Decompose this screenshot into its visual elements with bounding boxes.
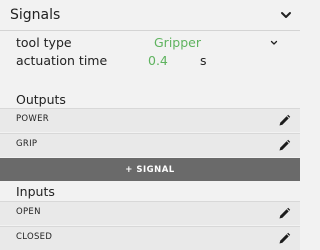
inputs-section-title: Inputs xyxy=(16,184,55,199)
actuation-time-input[interactable]: 0.4 xyxy=(148,53,168,68)
pencil-icon[interactable] xyxy=(277,114,291,128)
actuation-time-unit: s xyxy=(200,53,207,68)
output-row-power[interactable]: POWER xyxy=(0,108,300,132)
actuation-time-label: actuation time xyxy=(16,53,108,68)
signals-panel: Signals tool type Gripper actuation time… xyxy=(0,0,300,250)
pencil-icon[interactable] xyxy=(277,232,291,246)
panel-title: Signals xyxy=(10,7,61,23)
tool-type-select[interactable]: Gripper xyxy=(154,35,201,50)
chevron-down-icon[interactable] xyxy=(279,8,293,22)
output-label: POWER xyxy=(16,114,49,124)
signals-header[interactable]: Signals xyxy=(0,0,300,31)
output-label: GRIP xyxy=(16,139,38,149)
pencil-icon[interactable] xyxy=(277,139,291,153)
tool-type-label: tool type xyxy=(16,35,72,50)
actuation-time-row: actuation time 0.4 s xyxy=(0,51,300,71)
input-row-closed[interactable]: CLOSED xyxy=(0,226,300,250)
add-signal-button[interactable]: + SIGNAL xyxy=(0,158,300,181)
input-label: OPEN xyxy=(16,207,41,217)
pencil-icon[interactable] xyxy=(277,207,291,221)
chevron-down-icon[interactable] xyxy=(270,39,278,47)
input-label: CLOSED xyxy=(16,232,53,242)
outputs-section-title: Outputs xyxy=(16,92,66,107)
output-row-grip[interactable]: GRIP xyxy=(0,133,300,157)
input-row-open[interactable]: OPEN xyxy=(0,201,300,225)
tool-type-row: tool type Gripper xyxy=(0,33,300,53)
